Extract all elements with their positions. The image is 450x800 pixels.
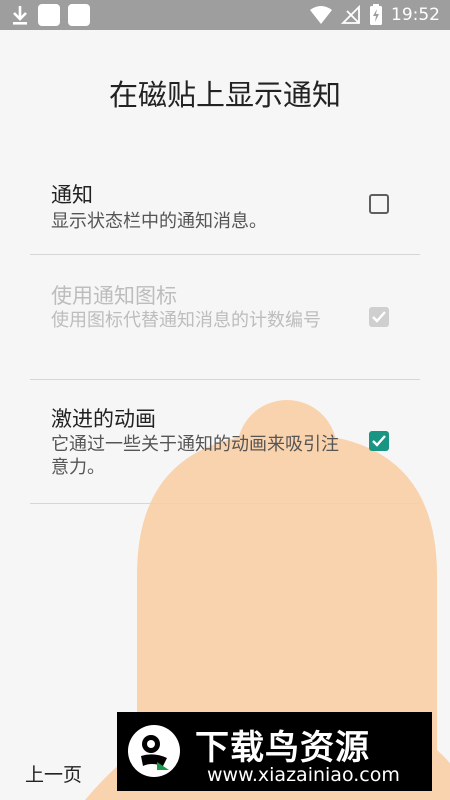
setting-title: 通知 [51, 183, 93, 207]
status-bar-left [10, 4, 90, 26]
watermark-title: 下载鸟资源 [195, 728, 370, 768]
previous-page-button[interactable]: 上一页 [25, 760, 82, 787]
setting-subtitle: 它通过一些关于通知的动画来吸引注意力。 [51, 434, 339, 478]
notifications-checkbox[interactable] [369, 194, 389, 214]
app-square-icon [38, 4, 60, 26]
download-icon [13, 6, 27, 25]
setting-subtitle: 使用图标代替通知消息的计数编号 [51, 310, 321, 331]
no-signal-icon [341, 5, 360, 24]
status-time: 19:52 [391, 5, 440, 25]
page-title: 在磁贴上显示通知 [108, 78, 341, 112]
status-bar-right: 19:52 [309, 4, 440, 26]
setting-title: 使用通知图标 [51, 284, 177, 308]
app-square-icon [68, 4, 90, 26]
bird-logo-icon [128, 725, 180, 777]
setting-row-notifications[interactable]: 通知 显示状态栏中的通知消息。 [30, 160, 420, 255]
watermark-banner: 下载鸟资源 www.xiazainiao.com [117, 712, 432, 791]
setting-row-notification-icon: 使用通知图标 使用图标代替通知消息的计数编号 [30, 255, 420, 380]
check-icon [372, 435, 386, 447]
watermark-url: www.xiazainiao.com [207, 764, 400, 786]
check-icon [372, 311, 386, 323]
notification-icon-checkbox [369, 307, 389, 327]
setting-title: 激进的动画 [51, 407, 156, 431]
aggressive-animation-checkbox[interactable] [369, 431, 389, 451]
setting-subtitle: 显示状态栏中的通知消息。 [51, 211, 267, 232]
status-bar: 19:52 [0, 0, 450, 30]
wifi-icon [310, 6, 332, 24]
setting-row-aggressive-animation[interactable]: 激进的动画 它通过一些关于通知的动画来吸引注意力。 [30, 380, 420, 504]
battery-charging-icon [370, 4, 382, 25]
